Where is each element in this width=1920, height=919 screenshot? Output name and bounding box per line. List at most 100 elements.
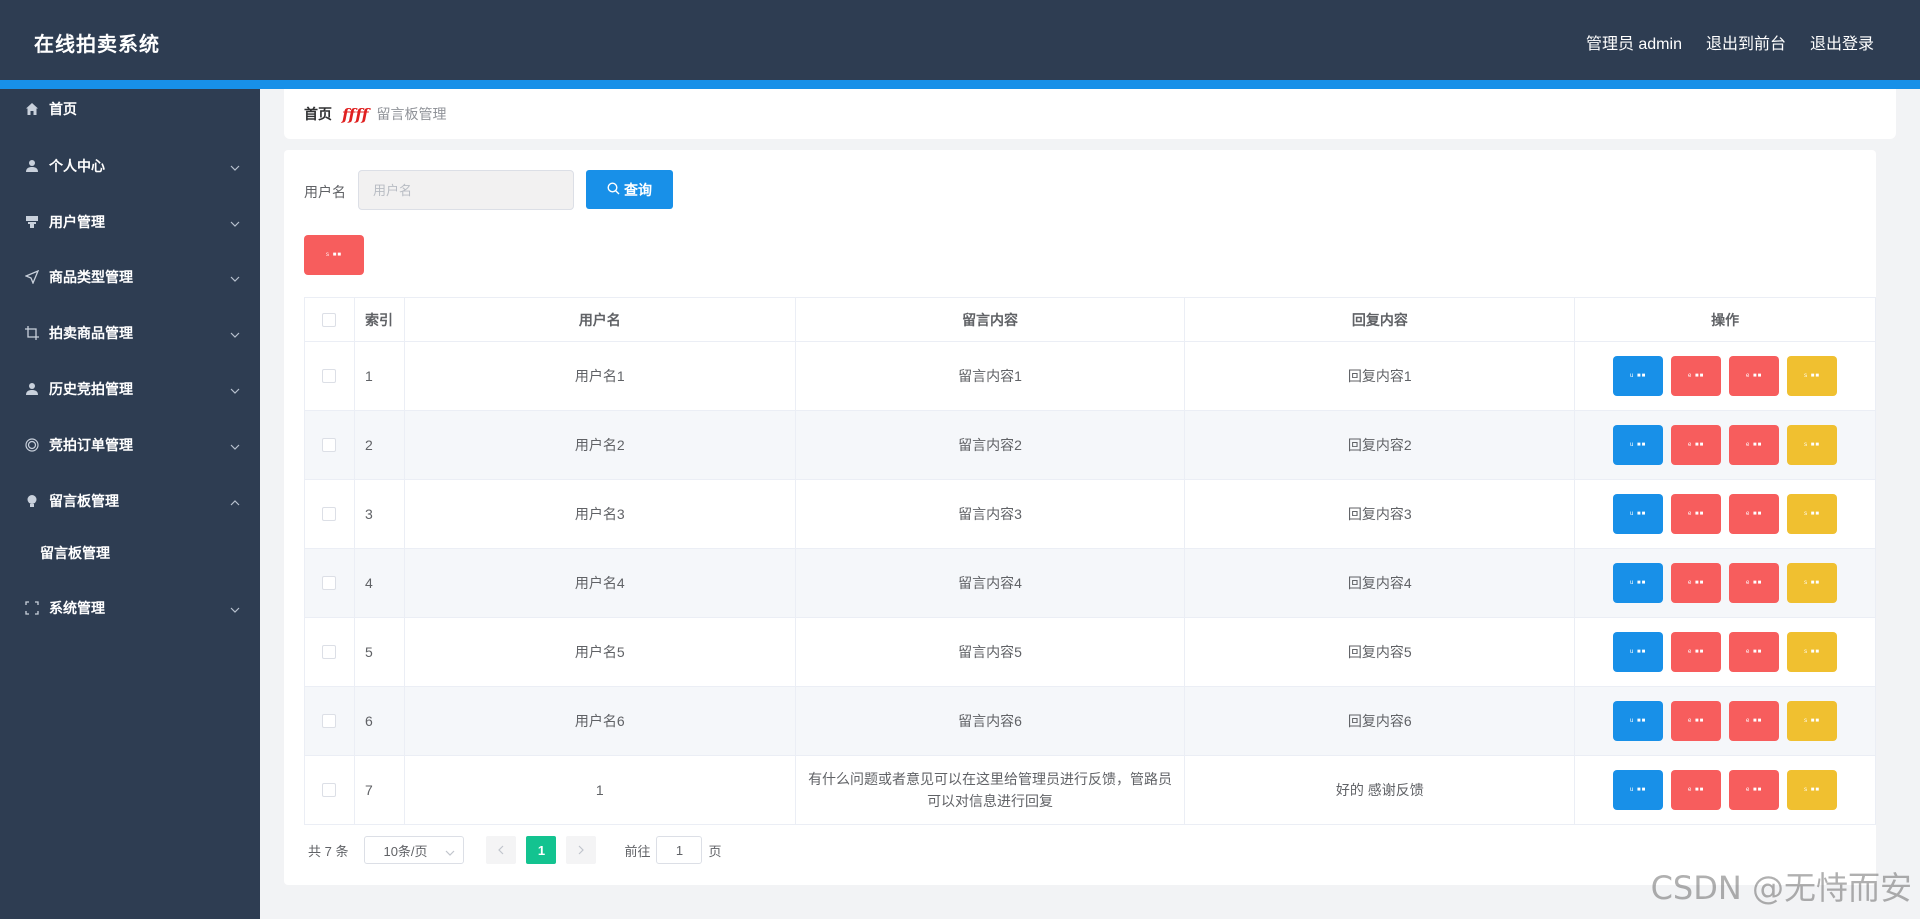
reply-button[interactable]: e ■■ (1671, 494, 1722, 534)
prev-page-button[interactable] (486, 836, 517, 864)
delete-button[interactable]: e ■■ (1729, 701, 1780, 741)
row-checkbox[interactable] (322, 576, 337, 590)
row-checkbox[interactable] (322, 645, 337, 659)
sidebar-item-history-bid-management[interactable]: 历史竞拍管理 (0, 369, 260, 409)
cell-username: 用户名6 (405, 687, 796, 755)
row-checkbox-cell (305, 411, 355, 479)
edit-button[interactable]: u ■■ (1613, 425, 1664, 465)
goto-page-input[interactable] (656, 836, 703, 864)
delete-button[interactable]: e ■■ (1729, 563, 1780, 603)
sidebar-item-message-board-management[interactable]: 留言板管理 (0, 481, 260, 521)
detail-button[interactable]: s ■■ (1787, 770, 1838, 810)
row-checkbox[interactable] (322, 438, 337, 452)
action-label: e ■■ (1745, 373, 1763, 379)
edit-button[interactable]: u ■■ (1613, 356, 1664, 396)
cell-actions: u ■■ e ■■ e ■■ s ■■ (1575, 480, 1876, 548)
table-row: 4 用户名4 留言内容4 回复内容4 u ■■ e ■■ e ■■ s ■■ (305, 549, 1876, 618)
table-header-row: 索引 用户名 留言内容 回复内容 操作 (305, 298, 1876, 342)
sidebar-item-personal-center[interactable]: 个人中心 (0, 146, 260, 186)
pagination-total: 共 7 条 (308, 843, 349, 859)
batch-delete-button[interactable]: s ■■ (304, 235, 364, 275)
admin-user-link[interactable]: 管理员 admin (1586, 30, 1682, 54)
top-header: 在线拍卖系统 管理员 admin 退出到前台 退出登录 (0, 0, 1920, 80)
cell-actions: u ■■ e ■■ e ■■ s ■■ (1575, 756, 1876, 824)
cell-actions: u ■■ e ■■ e ■■ s ■■ (1575, 549, 1876, 617)
delete-button[interactable]: e ■■ (1729, 356, 1780, 396)
page-size-select[interactable]: 10条/页 (364, 836, 465, 864)
action-label: s ■■ (1804, 649, 1821, 655)
chevron-right-icon (576, 843, 586, 858)
chevron-down-icon (230, 602, 240, 613)
action-label: s ■■ (1804, 373, 1821, 379)
detail-button[interactable]: s ■■ (1787, 563, 1838, 603)
action-label: u ■■ (1629, 580, 1647, 586)
sidebar-item-user-management[interactable]: 用户管理 (0, 202, 260, 242)
sidebar-item-product-type-management[interactable]: 商品类型管理 (0, 257, 260, 297)
edit-button[interactable]: u ■■ (1613, 494, 1664, 534)
sidebar-item-home[interactable]: 首页 (0, 89, 260, 129)
chevron-down-icon (230, 216, 240, 227)
header-message: 留言内容 (796, 298, 1186, 341)
detail-button[interactable]: s ■■ (1787, 494, 1838, 534)
detail-button[interactable]: s ■■ (1787, 632, 1838, 672)
detail-button[interactable]: s ■■ (1787, 701, 1838, 741)
chevron-down-icon (445, 846, 455, 856)
edit-button[interactable]: u ■■ (1613, 770, 1664, 810)
page-number-current[interactable]: 1 (526, 836, 557, 864)
logout-link[interactable]: 退出登录 (1810, 30, 1874, 54)
cell-message: 留言内容6 (796, 687, 1186, 755)
action-label: e ■■ (1745, 442, 1763, 448)
action-label: e ■■ (1745, 511, 1763, 517)
table-row: 5 用户名5 留言内容5 回复内容5 u ■■ e ■■ e ■■ s ■■ (305, 618, 1876, 687)
header-index: 索引 (355, 298, 405, 341)
submenu-item-label: 留言板管理 (40, 545, 110, 561)
batch-delete-label: s ■■ (326, 252, 342, 258)
action-label: e ■■ (1687, 649, 1705, 655)
table-body: 1 用户名1 留言内容1 回复内容1 u ■■ e ■■ e ■■ s ■■ 2 用户名2 留言内容… (305, 342, 1876, 825)
chevron-down-icon (230, 271, 240, 282)
row-checkbox-cell (305, 342, 355, 410)
delete-button[interactable]: e ■■ (1729, 425, 1780, 465)
reply-button[interactable]: e ■■ (1671, 632, 1722, 672)
delete-button[interactable]: e ■■ (1729, 770, 1780, 810)
cell-username: 用户名3 (405, 480, 796, 548)
detail-button[interactable]: s ■■ (1787, 425, 1838, 465)
breadcrumb-home[interactable]: 首页 (304, 104, 332, 124)
header-accent-bar (0, 80, 1920, 89)
username-search-input[interactable] (358, 170, 574, 210)
sidebar-item-bid-order-management[interactable]: 竞拍订单管理 (0, 425, 260, 465)
select-all-checkbox[interactable] (322, 312, 337, 327)
cell-username: 用户名5 (405, 618, 796, 686)
reply-button[interactable]: e ■■ (1671, 563, 1722, 603)
reply-button[interactable]: e ■■ (1671, 356, 1722, 396)
edit-button[interactable]: u ■■ (1613, 701, 1664, 741)
row-checkbox[interactable] (322, 783, 337, 797)
delete-button[interactable]: e ■■ (1729, 494, 1780, 534)
table-row: 2 用户名2 留言内容2 回复内容2 u ■■ e ■■ e ■■ s ■■ (305, 411, 1876, 480)
action-label: e ■■ (1745, 718, 1763, 724)
header-username: 用户名 (405, 298, 796, 341)
reply-button[interactable]: e ■■ (1671, 425, 1722, 465)
sidebar-item-system-management[interactable]: 系统管理 (0, 588, 260, 628)
row-checkbox[interactable] (322, 507, 337, 521)
reply-button[interactable]: e ■■ (1671, 701, 1722, 741)
action-label: s ■■ (1804, 787, 1821, 793)
next-page-button[interactable] (566, 836, 597, 864)
search-button[interactable]: 查询 (586, 170, 673, 209)
table-row: 3 用户名3 留言内容3 回复内容3 u ■■ e ■■ e ■■ s ■■ (305, 480, 1876, 549)
action-label: e ■■ (1687, 718, 1705, 724)
action-label: e ■■ (1687, 511, 1705, 517)
submenu-item-message-board-management[interactable]: 留言板管理 (0, 533, 260, 573)
sidebar-item-label: 拍卖商品管理 (49, 325, 133, 341)
exit-to-frontend-link[interactable]: 退出到前台 (1706, 30, 1786, 54)
cell-index: 5 (355, 618, 405, 686)
row-checkbox[interactable] (322, 714, 337, 728)
sidebar-item-auction-product-management[interactable]: 拍卖商品管理 (0, 313, 260, 353)
row-checkbox[interactable] (322, 369, 337, 383)
edit-button[interactable]: u ■■ (1613, 563, 1664, 603)
delete-button[interactable]: e ■■ (1729, 632, 1780, 672)
detail-button[interactable]: s ■■ (1787, 356, 1838, 396)
edit-button[interactable]: u ■■ (1613, 632, 1664, 672)
reply-button[interactable]: e ■■ (1671, 770, 1722, 810)
cell-index: 2 (355, 411, 405, 479)
